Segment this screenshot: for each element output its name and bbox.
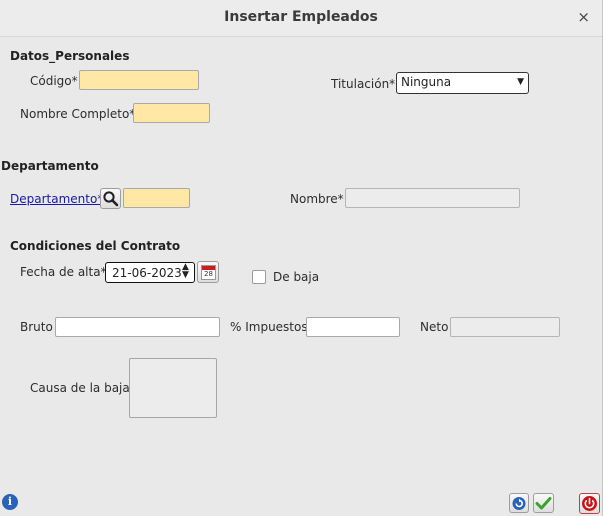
- impuestos-label: % Impuestos: [230, 320, 308, 334]
- causa-baja-label: Causa de la baja: [30, 381, 130, 395]
- nombre-completo-input[interactable]: [133, 103, 210, 123]
- fecha-alta-input[interactable]: 21-06-2023 ▲ ▼: [105, 262, 195, 283]
- cancel-button[interactable]: [579, 493, 600, 514]
- fecha-alta-label: Fecha de alta*: [20, 265, 107, 279]
- checkmark-icon: [535, 497, 552, 510]
- dialog-window: Insertar Empleados × Datos_Personales Có…: [0, 0, 603, 516]
- title-bar: Insertar Empleados ×: [0, 0, 602, 37]
- calendar-day: 28: [204, 270, 213, 278]
- titulacion-select[interactable]: Ninguna ▼: [396, 72, 529, 94]
- date-spinner-icon[interactable]: ▲ ▼: [182, 263, 189, 280]
- section-title-personal: Datos_Personales: [10, 49, 130, 63]
- de-baja-label: De baja: [273, 270, 320, 284]
- info-icon[interactable]: i: [2, 494, 18, 510]
- departamento-link[interactable]: Departamento*: [10, 192, 103, 206]
- codigo-label: Código*: [30, 74, 78, 88]
- refresh-icon: [512, 497, 526, 510]
- bruto-label: Bruto: [20, 320, 53, 334]
- power-off-icon: [582, 496, 597, 511]
- nombre-completo-label: Nombre Completo*: [20, 107, 136, 121]
- departamento-nombre-label: Nombre*: [290, 192, 344, 206]
- codigo-input[interactable]: [79, 70, 199, 90]
- de-baja-checkbox[interactable]: [252, 270, 266, 284]
- fecha-alta-value: 21-06-2023: [112, 266, 182, 280]
- dialog-title: Insertar Empleados: [224, 9, 378, 25]
- neto-input: [450, 317, 560, 337]
- close-button[interactable]: ×: [577, 8, 590, 26]
- impuestos-input[interactable]: [306, 317, 400, 337]
- neto-label: Neto: [420, 320, 449, 334]
- departamento-nombre-input: [345, 188, 520, 208]
- calendar-button[interactable]: 28: [197, 261, 219, 283]
- departamento-code-input[interactable]: [123, 188, 190, 208]
- section-title-departamento: Departamento: [1, 159, 99, 173]
- section-title-contrato: Condiciones del Contrato: [10, 239, 181, 253]
- causa-baja-textarea[interactable]: [129, 358, 217, 418]
- titulacion-label: Titulación*: [331, 77, 396, 91]
- bruto-input[interactable]: [55, 317, 220, 337]
- calendar-icon: 28: [201, 265, 216, 280]
- refresh-button[interactable]: [509, 493, 529, 513]
- accept-button[interactable]: [533, 493, 554, 513]
- search-button[interactable]: [100, 188, 121, 209]
- search-icon: [103, 191, 119, 207]
- chevron-down-icon: ▼: [517, 77, 524, 87]
- titulacion-selected-value: Ninguna: [401, 75, 452, 89]
